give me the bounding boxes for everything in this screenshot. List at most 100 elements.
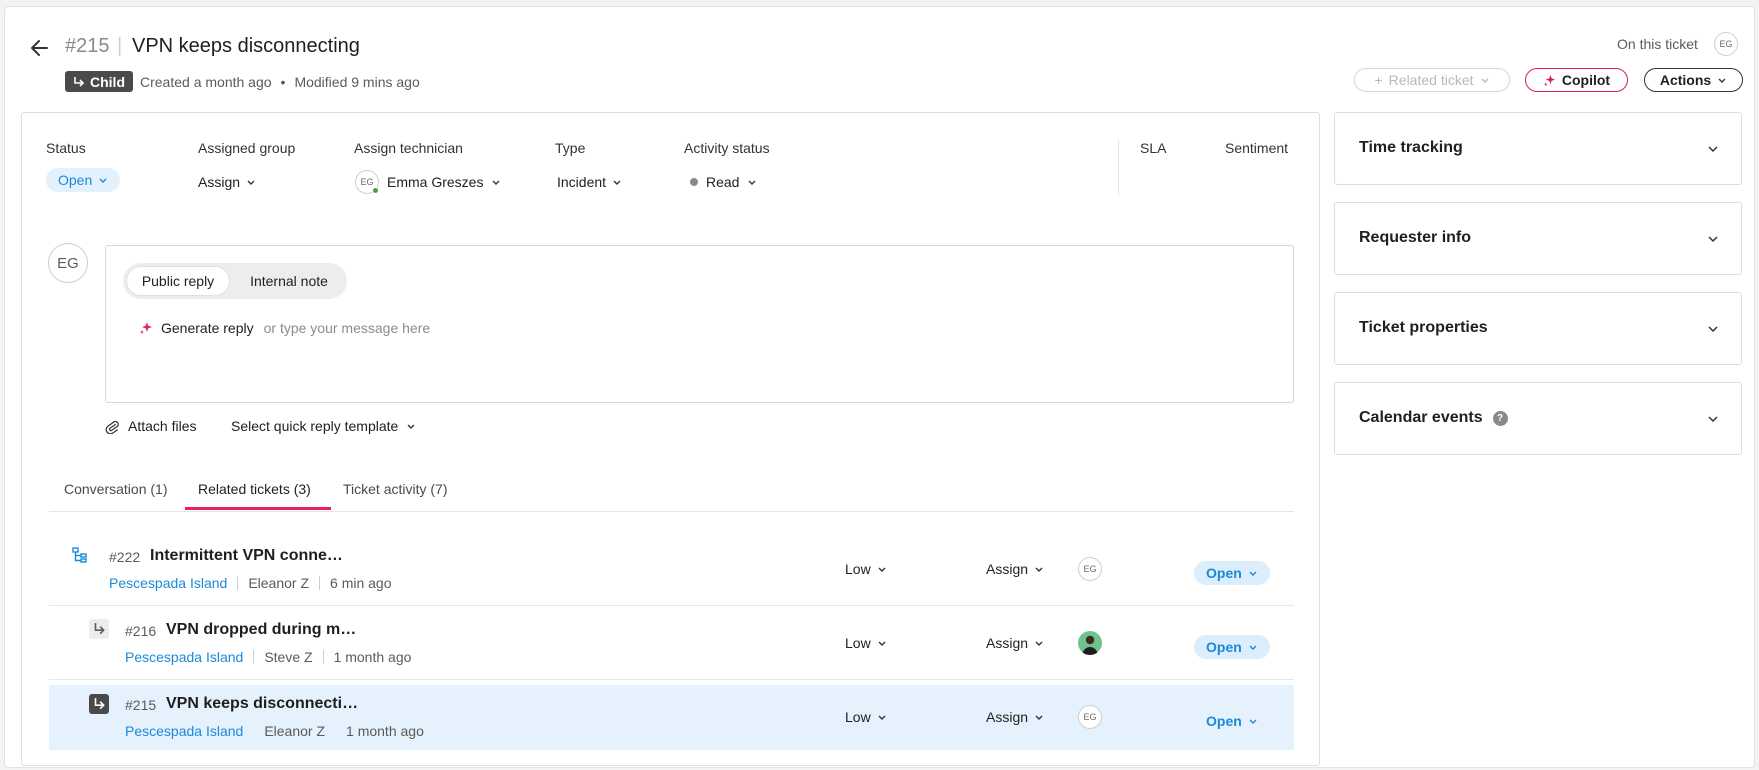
internal-note-tab[interactable]: Internal note	[235, 266, 343, 296]
row-site-link[interactable]: Pescespada Island	[125, 649, 243, 665]
read-dot-icon	[690, 178, 698, 186]
tab-conversation[interactable]: Conversation (1)	[64, 481, 168, 497]
chevron-down-icon	[1708, 326, 1718, 333]
type-label: Type	[555, 140, 586, 156]
row-subline: Pescespada Island Eleanor Z 6 min ago	[109, 575, 392, 591]
panel-title-text: Time tracking	[1359, 139, 1463, 156]
ticket-page: #215 | VPN keeps disconnecting Child Cre…	[4, 6, 1755, 768]
chevron-down-icon	[1249, 645, 1257, 650]
panel-title-text: Requester info	[1359, 229, 1472, 246]
parent-ticket-icon	[70, 545, 90, 565]
ticket-meta: Created a month ago • Modified 9 mins ag…	[140, 74, 420, 90]
assign-technician-label: Assign technician	[354, 140, 463, 156]
row-assign-dropdown[interactable]: Assign	[986, 561, 1044, 577]
message-placeholder[interactable]: or type your message here	[264, 320, 431, 336]
requester-info-panel[interactable]: Requester info	[1334, 202, 1742, 275]
row-ticket-number: #216	[125, 623, 157, 639]
row-assign-dropdown[interactable]: Assign	[986, 709, 1044, 725]
row-status-value: Open	[1206, 565, 1242, 581]
chevron-down-icon	[1708, 416, 1718, 423]
row-site-link[interactable]: Pescespada Island	[125, 723, 243, 739]
row-priority-dropdown[interactable]: Low	[845, 561, 887, 577]
panel-title: Ticket properties	[1359, 319, 1488, 337]
row-ticket-title[interactable]: VPN dropped during m…	[166, 621, 356, 639]
row-priority-dropdown[interactable]: Low	[845, 635, 887, 651]
tab-ticket-activity[interactable]: Ticket activity (7)	[343, 481, 448, 497]
active-tab-indicator	[185, 507, 331, 510]
row-divider	[49, 679, 1294, 680]
row-requester: Steve Z	[264, 649, 313, 665]
copilot-label: Copilot	[1561, 72, 1611, 88]
panel-title: Time tracking	[1359, 139, 1463, 157]
chevron-down-icon	[878, 715, 886, 720]
status-dropdown[interactable]: Open	[46, 168, 121, 192]
attach-files-button[interactable]: Attach files	[105, 418, 196, 434]
viewer-avatar[interactable]: EG	[1714, 32, 1738, 56]
row-time: 6 min ago	[330, 575, 392, 591]
row-subline: Pescespada Island Steve Z 1 month ago	[125, 649, 411, 665]
row-requester: Eleanor Z	[248, 575, 310, 591]
activity-status-value: Read	[706, 174, 740, 190]
panel-title-text: Ticket properties	[1359, 319, 1488, 336]
row-priority-value: Low	[845, 561, 871, 577]
copilot-button[interactable]: Copilot	[1525, 68, 1628, 92]
chevron-down-icon	[1708, 146, 1718, 153]
attach-files-label: Attach files	[128, 418, 197, 434]
row-status-dropdown[interactable]: Open	[1194, 561, 1270, 585]
child-arrow-icon	[74, 76, 85, 87]
row-ticket-title[interactable]: VPN keeps disconnecti…	[166, 695, 358, 713]
row-time: 1 month ago	[333, 649, 412, 665]
actions-button[interactable]: Actions	[1644, 68, 1743, 92]
type-dropdown[interactable]: Incident	[557, 174, 622, 190]
chevron-down-icon	[492, 180, 500, 185]
sparkle-icon	[1543, 74, 1555, 86]
technician-avatar-initials: EG	[360, 177, 374, 187]
row-site-link[interactable]: Pescespada Island	[109, 575, 227, 591]
technician-avatar: EG	[355, 170, 379, 194]
row-status-dropdown[interactable]: Open	[1194, 709, 1270, 733]
row-divider	[49, 605, 1294, 606]
time-tracking-panel[interactable]: Time tracking	[1334, 112, 1742, 185]
on-this-ticket-label: On this ticket	[1617, 36, 1698, 52]
generate-reply-button[interactable]: Generate reply	[161, 320, 254, 336]
chevron-down-icon	[1708, 236, 1718, 243]
row-assign-dropdown[interactable]: Assign	[986, 635, 1044, 651]
chevron-down-icon	[878, 567, 886, 572]
row-priority-value: Low	[845, 635, 871, 651]
title-separator: |	[117, 35, 123, 57]
assigned-group-dropdown[interactable]: Assign	[198, 174, 256, 190]
actions-label: Actions	[1659, 72, 1712, 88]
plus-icon: +	[1374, 72, 1383, 88]
panel-title: Requester info	[1359, 229, 1471, 247]
status-value: Open	[58, 172, 93, 188]
created-text: Created a month ago	[140, 74, 272, 90]
public-reply-tab[interactable]: Public reply	[126, 266, 230, 296]
row-status-value: Open	[1206, 639, 1242, 655]
tab-related-tickets[interactable]: Related tickets (3)	[198, 481, 311, 497]
status-label: Status	[46, 140, 86, 156]
panel-title-text: Calendar events	[1359, 409, 1483, 426]
quick-reply-template-dropdown[interactable]: Select quick reply template	[231, 418, 416, 434]
row-priority-dropdown[interactable]: Low	[845, 709, 887, 725]
activity-status-dropdown[interactable]: Read	[690, 174, 757, 190]
row-ticket-title[interactable]: Intermittent VPN conne…	[150, 547, 343, 565]
row-priority-value: Low	[845, 709, 871, 725]
calendar-events-panel[interactable]: Calendar events ?	[1334, 382, 1742, 455]
chevron-down-icon	[1481, 78, 1488, 83]
assigned-group-label: Assigned group	[198, 140, 296, 156]
help-icon[interactable]: ?	[1492, 410, 1508, 426]
ticket-properties-panel[interactable]: Ticket properties	[1334, 292, 1742, 365]
chevron-down-icon	[1035, 715, 1043, 720]
row-status-dropdown[interactable]: Open	[1194, 635, 1270, 659]
assigned-group-value: Assign	[198, 174, 241, 190]
row-time: 1 month ago	[346, 723, 424, 739]
related-ticket-button[interactable]: + Related ticket	[1354, 68, 1510, 92]
generate-reply-row[interactable]: Generate reply or type your message here	[139, 320, 430, 336]
assign-technician-dropdown[interactable]: EG Emma Greszes	[355, 170, 501, 194]
chevron-down-icon	[613, 180, 621, 185]
chevron-down-icon	[1718, 78, 1726, 83]
row-subline: Pescespada Island Eleanor Z 1 month ago	[125, 723, 424, 739]
child-badge: Child	[65, 71, 133, 92]
back-arrow-icon[interactable]	[27, 35, 53, 61]
related-ticket-label: Related ticket	[1388, 72, 1474, 88]
